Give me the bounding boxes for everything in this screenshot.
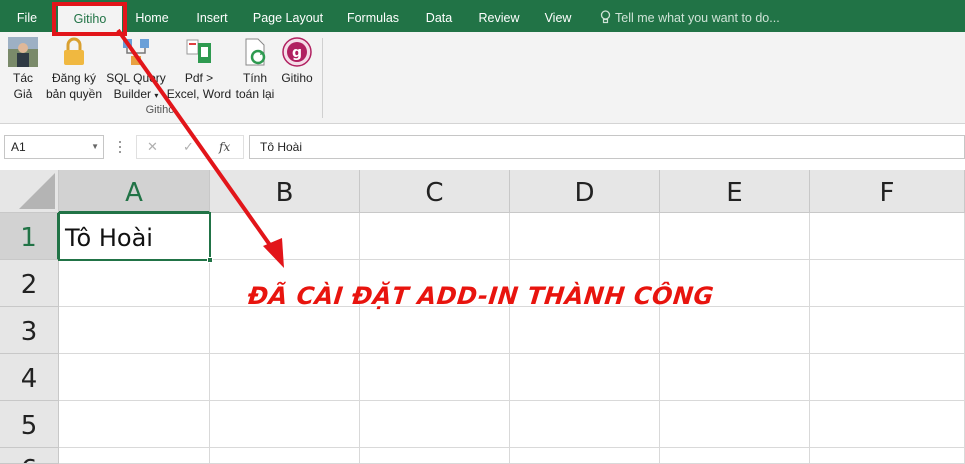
annotation-text: ĐÃ CÀI ĐẶT ADD-IN THÀNH CÔNG bbox=[246, 282, 716, 310]
annotation-arrow-icon bbox=[116, 28, 284, 268]
excel-window: File Gitiho Home Insert Page Layout Form… bbox=[0, 0, 965, 464]
